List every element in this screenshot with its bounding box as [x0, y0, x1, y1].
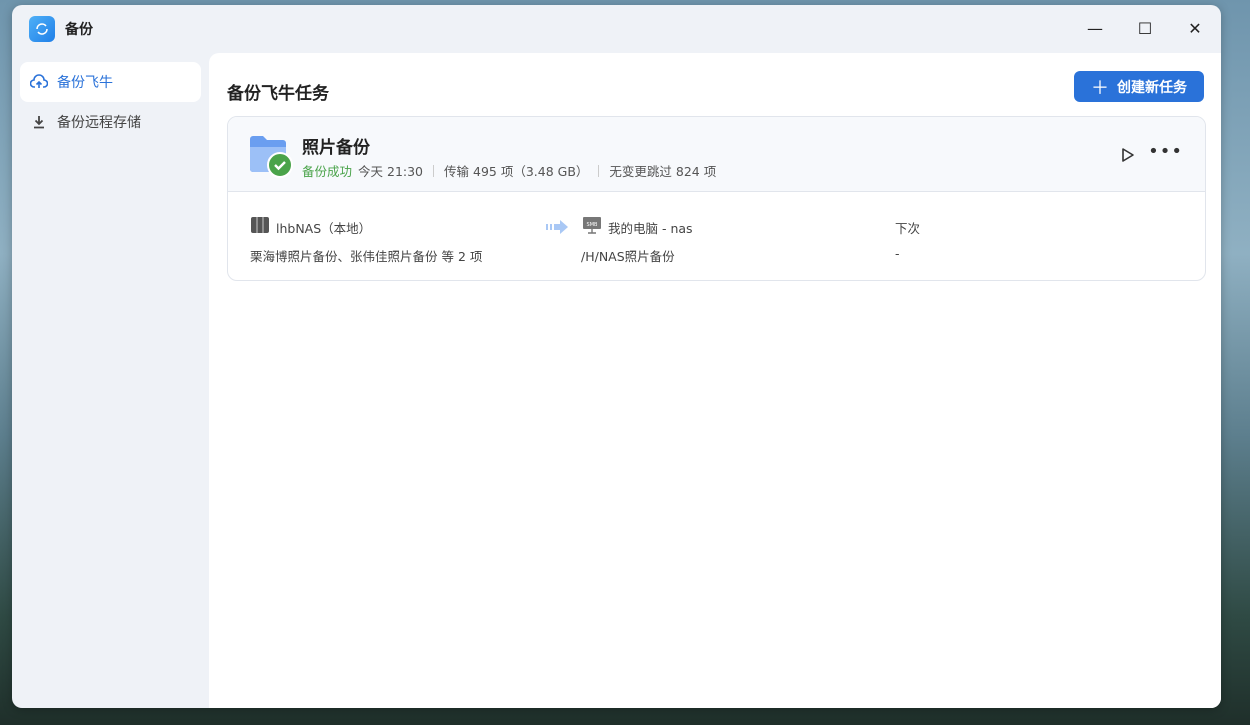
folder-success-icon — [250, 136, 293, 178]
create-task-label: 创建新任务 — [1117, 79, 1187, 96]
title-bar: 备份 — ☐ ✕ — [12, 5, 1221, 53]
task-name: 照片备份 — [302, 138, 370, 158]
task-meta: 备份成功 今天 21:30 传输 495 项（3.48 GB） 无变更跳过 82… — [302, 161, 716, 180]
main-panel: 备份飞牛任务 ＋ 创建新任务 照片备份 备份成功 今天 21:30 传输 495 … — [209, 53, 1221, 708]
task-card[interactable]: 照片备份 备份成功 今天 21:30 传输 495 项（3.48 GB） 无变更… — [227, 116, 1206, 281]
window-title: 备份 — [65, 22, 93, 38]
next-run-value: - — [895, 246, 900, 261]
more-options-icon[interactable]: ••• — [1148, 141, 1183, 162]
svg-text:SMB: SMB — [587, 222, 598, 228]
maximize-button[interactable]: ☐ — [1135, 19, 1155, 38]
download-icon — [34, 116, 44, 129]
smb-computer-icon: SMB — [583, 217, 601, 234]
next-run-label: 下次 — [895, 221, 921, 236]
sidebar-item-label: 备份飞牛 — [57, 75, 113, 91]
sidebar: 备份飞牛 备份远程存储 — [12, 53, 209, 708]
backup-window: 备份 — ☐ ✕ 备份飞牛 备份远程存储 备份飞牛任务 ＋ 创建新任务 照片备份 … — [12, 5, 1221, 708]
source-device: lhbNAS（本地） — [276, 221, 372, 236]
nas-device-icon — [251, 217, 269, 233]
last-run-time: 今天 21:30 — [358, 164, 424, 179]
plus-icon: ＋ — [1091, 77, 1109, 99]
status-badge: 备份成功 — [302, 164, 353, 179]
cloud-upload-icon — [30, 74, 48, 88]
target-device: 我的电脑 - nas — [608, 221, 693, 236]
skipped-summary: 无变更跳过 824 项 — [609, 164, 717, 179]
play-icon[interactable] — [1121, 147, 1135, 163]
sidebar-item-label: 备份远程存储 — [57, 115, 141, 131]
page-title: 备份飞牛任务 — [227, 84, 329, 104]
arrow-right-icon — [546, 220, 568, 234]
source-items: 栗海博照片备份、张伟佳照片备份 等 2 项 — [250, 249, 483, 264]
sidebar-item-remote-storage[interactable]: 备份远程存储 — [20, 102, 201, 142]
minimize-button[interactable]: — — [1085, 19, 1105, 38]
backup-app-icon — [29, 16, 55, 42]
task-header: 照片备份 备份成功 今天 21:30 传输 495 项（3.48 GB） 无变更… — [228, 117, 1205, 192]
target-path: /H/NAS照片备份 — [581, 249, 675, 264]
transfer-summary: 传输 495 项（3.48 GB） — [444, 164, 589, 179]
create-task-button[interactable]: ＋ 创建新任务 — [1074, 71, 1204, 102]
close-button[interactable]: ✕ — [1185, 19, 1205, 38]
sidebar-item-backup-fnos[interactable]: 备份飞牛 — [20, 62, 201, 102]
